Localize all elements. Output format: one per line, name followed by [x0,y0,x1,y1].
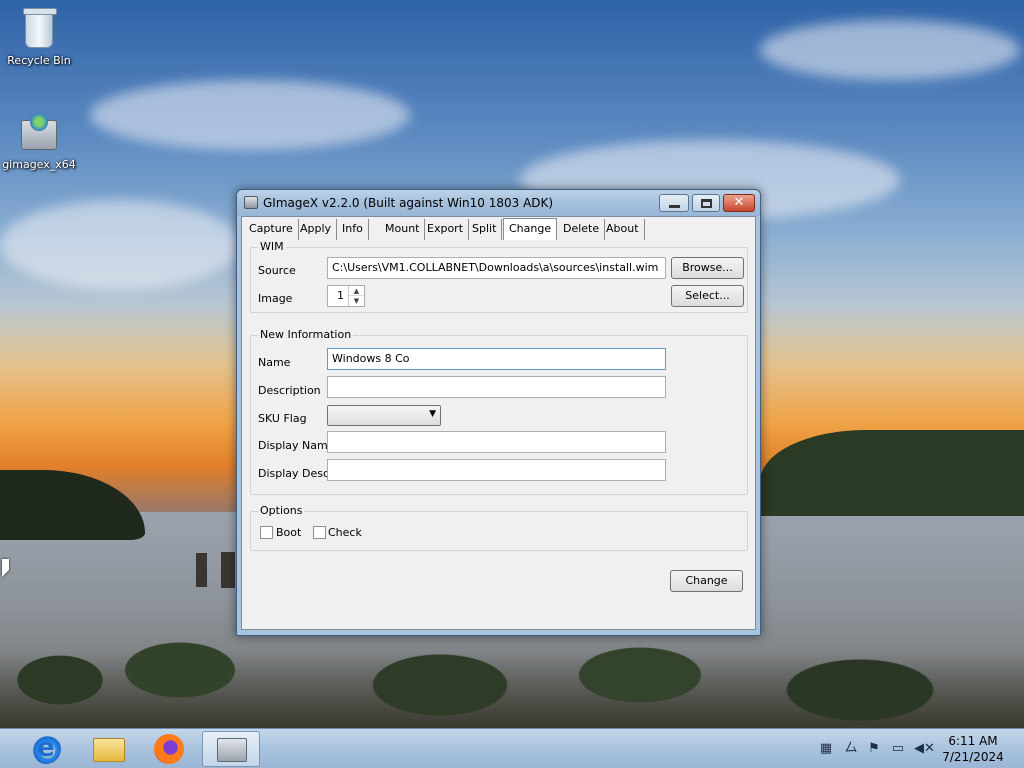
gimagex-icon [19,112,59,156]
title-bar[interactable]: GImageX v2.2.0 (Built against Win10 1803… [237,190,760,216]
desktop-icon-recycle-bin[interactable]: Recycle Bin [1,8,77,67]
cloud [90,80,410,150]
mouse-cursor-icon [2,559,9,577]
clock[interactable]: 6:11 AM 7/21/2024 [940,733,1006,765]
change-button[interactable]: Change [670,570,743,592]
minimize-button[interactable] [659,194,689,212]
tab-apply[interactable]: Apply [295,219,338,240]
image-index-spinner[interactable]: 1 ▲ ▼ [327,285,365,307]
tab-mount[interactable]: Mount [380,219,426,240]
chevron-down-icon: ▼ [429,409,436,419]
boot-label[interactable]: Boot [276,526,301,539]
display-icon[interactable]: ▭ [890,741,906,757]
clock-time: 6:11 AM [948,734,998,748]
tab-capture[interactable]: Capture [244,219,299,240]
window-title: GImageX v2.2.0 (Built against Win10 1803… [263,196,554,210]
window-client-area: Capture Apply Info Mount Export Split Ch… [241,216,756,630]
check-checkbox[interactable] [313,526,326,539]
gimagex-icon [217,738,247,762]
desktop-icon-label: Recycle Bin [7,54,71,67]
spinner-arrows: ▲ ▼ [348,286,364,306]
ime-icon[interactable]: ⼛ [843,741,859,757]
recycle-bin-icon [19,8,59,52]
description-input[interactable] [327,376,666,398]
options-group: Options Boot Check [250,504,748,551]
taskbar-file-explorer[interactable] [78,731,136,767]
pier-post [221,552,235,588]
source-input[interactable]: C:\Users\VM1.COLLABNET\Downloads\a\sourc… [327,257,666,279]
tab-change[interactable]: Change [503,218,558,240]
firefox-icon [154,734,184,764]
clock-date: 7/21/2024 [942,750,1004,764]
name-label: Name [258,356,291,369]
flag-icon[interactable]: ⚑ [866,741,882,757]
tab-export[interactable]: Export [422,219,470,240]
internet-explorer-icon: e [31,734,61,764]
tab-info[interactable]: Info [337,219,369,240]
gimagex-window: GImageX v2.2.0 (Built against Win10 1803… [236,189,761,636]
desktop-icon-gimagex[interactable]: gimagex_x64 [1,112,77,171]
description-label: Description [258,384,321,397]
wim-group: WIM Source C:\Users\VM1.COLLABNET\Downlo… [250,240,748,313]
app-icon [244,196,258,209]
taskbar-internet-explorer[interactable]: e [16,731,74,767]
volume-muted-icon[interactable]: ◀✕ [914,741,935,757]
spin-up-icon[interactable]: ▲ [349,286,364,296]
close-icon: ✕ [733,195,745,210]
tab-delete[interactable]: Delete [558,219,606,240]
sku-flag-label: SKU Flag [258,412,307,425]
group-label-new-information: New Information [258,328,354,341]
taskbar: e ▦ ⼛ ⚑ ▭ ◀✕ 6:11 AM 7/21/2024 [0,728,1024,768]
tab-about[interactable]: About [601,219,645,240]
desktop-icon-label: gimagex_x64 [2,158,76,171]
cloud [760,20,1020,80]
cloud [0,200,240,290]
group-label-options: Options [258,504,305,517]
new-information-group: New Information Name Windows 8 Co Descri… [250,328,748,495]
island [0,470,145,540]
maximize-icon [701,199,712,208]
display-name-label: Display Name [258,439,335,452]
display-desc-label: Display Desc. [258,467,333,480]
spin-down-icon[interactable]: ▼ [349,296,364,306]
shore [760,430,1024,516]
folder-icon [93,738,125,762]
sku-flag-dropdown[interactable]: ▼ [327,405,441,426]
source-label: Source [258,264,296,277]
taskbar-firefox[interactable] [140,731,198,767]
pier-post [196,553,207,587]
display-name-input[interactable] [327,431,666,453]
boot-checkbox[interactable] [260,526,273,539]
browse-button[interactable]: Browse... [671,257,744,279]
tab-split[interactable]: Split [467,219,503,240]
select-button[interactable]: Select... [671,285,744,307]
network-icon[interactable]: ▦ [818,741,834,757]
group-label-wim: WIM [258,240,286,253]
name-input[interactable]: Windows 8 Co [327,348,666,370]
display-desc-input[interactable] [327,459,666,481]
taskbar-gimagex[interactable] [202,731,260,767]
image-index-value: 1 [337,289,344,302]
maximize-button[interactable] [692,194,720,212]
check-label[interactable]: Check [328,526,362,539]
minimize-icon [669,205,680,208]
close-button[interactable]: ✕ [723,194,755,212]
image-label: Image [258,292,293,305]
